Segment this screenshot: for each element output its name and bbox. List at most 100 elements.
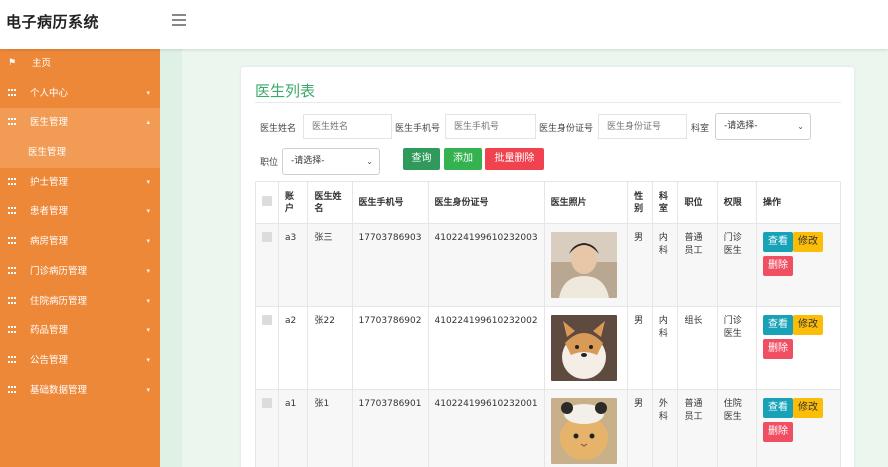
name-cell: 张1 xyxy=(307,389,353,467)
sidebar-item-outpatient-records[interactable]: 门诊病历管理 ▾ xyxy=(0,257,160,287)
account-cell: a1 xyxy=(277,389,309,467)
chevron-down-icon: ⌄ xyxy=(366,157,373,166)
view-button[interactable]: 查看 xyxy=(762,398,793,418)
grid-icon xyxy=(6,316,18,346)
grid-icon xyxy=(6,168,18,198)
doctor-phone-input[interactable] xyxy=(445,114,536,139)
photo-cell xyxy=(543,389,629,467)
sidebar-item-patients[interactable]: 患者管理 ▾ xyxy=(0,197,160,227)
department-select[interactable]: -请选择- ⌄ xyxy=(715,113,811,140)
position-cell: 普通员工 xyxy=(677,223,718,307)
grid-icon xyxy=(6,79,18,109)
actions-cell: 查看 修改 删除 xyxy=(755,306,842,390)
column-header: 医生姓名 xyxy=(307,181,353,224)
sidebar-item-base-data[interactable]: 基础数据管理 ▾ xyxy=(0,376,160,406)
photo-cell xyxy=(543,223,629,307)
doctor-idcard-label: 医生身份证号 xyxy=(539,124,594,134)
sidebar-item-drugs[interactable]: 药品管理 ▾ xyxy=(0,316,160,346)
row-checkbox[interactable] xyxy=(262,398,272,408)
actions-cell: 查看 修改 删除 xyxy=(755,389,842,467)
idcard-cell: 410224199610232003 xyxy=(427,223,545,307)
doctor-photo xyxy=(550,232,617,298)
add-button[interactable]: 添加 xyxy=(444,148,482,170)
chevron-down-icon: ▾ xyxy=(146,355,150,364)
delete-button[interactable]: 删除 xyxy=(762,422,793,442)
flag-icon: ⚑ xyxy=(7,58,17,68)
search-button[interactable]: 查询 xyxy=(403,148,440,170)
sidebar-item-inpatient-records[interactable]: 住院病历管理 ▾ xyxy=(0,287,160,317)
batch-delete-button[interactable]: 批量删除 xyxy=(485,148,544,170)
table-row: a1 张1 17703786901 410224199610232001 男 外… xyxy=(255,389,842,467)
gender-cell: 男 xyxy=(627,389,653,467)
delete-button[interactable]: 删除 xyxy=(762,339,793,359)
doctor-name-label: 医生姓名 xyxy=(260,124,297,134)
edit-button[interactable]: 修改 xyxy=(792,232,823,252)
name-cell: 张22 xyxy=(307,306,353,390)
grid-icon xyxy=(6,376,18,406)
doctor-table: 账户 医生姓名 医生手机号 医生身份证号 医生照片 性别 科室 职位 权限 操作… xyxy=(255,181,842,467)
doctor-list-card: 医生列表 医生姓名 医生手机号 医生身份证号 科室 -请选择- ⌄ 职位 -请选… xyxy=(241,67,854,467)
column-header: 账户 xyxy=(277,181,309,224)
sidebar-item-home[interactable]: ⚑ 主页 xyxy=(0,49,160,79)
grid-icon xyxy=(6,227,18,257)
gender-cell: 男 xyxy=(627,306,653,390)
row-checkbox[interactable] xyxy=(262,315,272,325)
grid-icon xyxy=(6,197,18,227)
menu-toggle-icon[interactable] xyxy=(172,14,186,26)
position-cell: 组长 xyxy=(677,306,718,390)
sidebar-item-doctors[interactable]: 医生管理 ▴ xyxy=(0,108,160,139)
column-header: 性别 xyxy=(627,181,653,224)
sidebar-item-label: 住院病历管理 xyxy=(30,295,88,307)
sidebar-item-profile[interactable]: 个人中心 ▾ xyxy=(0,79,160,109)
phone-cell: 17703786903 xyxy=(351,223,429,307)
name-cell: 张三 xyxy=(307,223,353,307)
grid-icon xyxy=(6,257,18,287)
chevron-down-icon: ⌄ xyxy=(797,122,804,131)
sidebar-item-nurses[interactable]: 护士管理 ▾ xyxy=(0,168,160,198)
actions-cell: 查看 修改 删除 xyxy=(755,223,842,307)
sidebar: ⚑ 主页 个人中心 ▾ 医生管理 ▴ 医生管理 护士管理 ▾ 患者管理 ▾ 病房… xyxy=(0,49,160,467)
chevron-down-icon: ▾ xyxy=(146,207,150,216)
sidebar-subitem-doctors[interactable]: 医生管理 xyxy=(0,138,160,168)
position-select[interactable]: -请选择- ⌄ xyxy=(282,148,380,175)
account-cell: a3 xyxy=(277,223,309,307)
table-row: a2 张22 17703786902 410224199610232002 男 … xyxy=(255,306,842,390)
column-header: 操作 xyxy=(755,181,842,224)
doctor-photo xyxy=(550,315,617,381)
photo-cell xyxy=(543,306,629,390)
sidebar-item-notices[interactable]: 公告管理 ▾ xyxy=(0,346,160,376)
chevron-down-icon: ▾ xyxy=(146,296,150,305)
account-cell: a2 xyxy=(277,306,309,390)
edit-button[interactable]: 修改 xyxy=(792,398,823,418)
phone-cell: 17703786901 xyxy=(351,389,429,467)
sidebar-item-label: 医生管理 xyxy=(30,117,69,129)
dept-cell: 外科 xyxy=(651,389,679,467)
sidebar-item-label: 门诊病历管理 xyxy=(30,265,88,277)
sidebar-item-label: 医生管理 xyxy=(28,147,67,159)
column-header: 权限 xyxy=(716,181,757,224)
gender-cell: 男 xyxy=(627,223,653,307)
row-checkbox[interactable] xyxy=(262,232,272,242)
row-select-cell xyxy=(255,223,279,307)
delete-button[interactable]: 删除 xyxy=(762,256,793,276)
column-header: 医生手机号 xyxy=(351,181,429,224)
select-all-cell xyxy=(255,181,279,224)
row-select-cell xyxy=(255,389,279,467)
role-cell: 门诊医生 xyxy=(716,223,757,307)
edit-button[interactable]: 修改 xyxy=(792,315,823,335)
idcard-cell: 410224199610232001 xyxy=(427,389,545,467)
sidebar-item-label: 病房管理 xyxy=(30,236,69,248)
doctor-idcard-input[interactable] xyxy=(598,114,687,139)
view-button[interactable]: 查看 xyxy=(762,315,793,335)
position-cell: 普通员工 xyxy=(677,389,718,467)
select-all-checkbox[interactable] xyxy=(262,195,272,206)
doctor-phone-label: 医生手机号 xyxy=(395,124,441,134)
view-button[interactable]: 查看 xyxy=(762,232,793,252)
top-bar: 电子病历系统 xyxy=(0,0,888,49)
sidebar-item-wards[interactable]: 病房管理 ▾ xyxy=(0,227,160,257)
doctor-name-input[interactable] xyxy=(303,114,392,139)
sidebar-item-label: 基础数据管理 xyxy=(30,384,88,396)
chevron-down-icon: ▾ xyxy=(146,88,150,97)
chevron-down-icon: ▾ xyxy=(146,266,150,275)
chevron-down-icon: ▾ xyxy=(146,326,150,335)
